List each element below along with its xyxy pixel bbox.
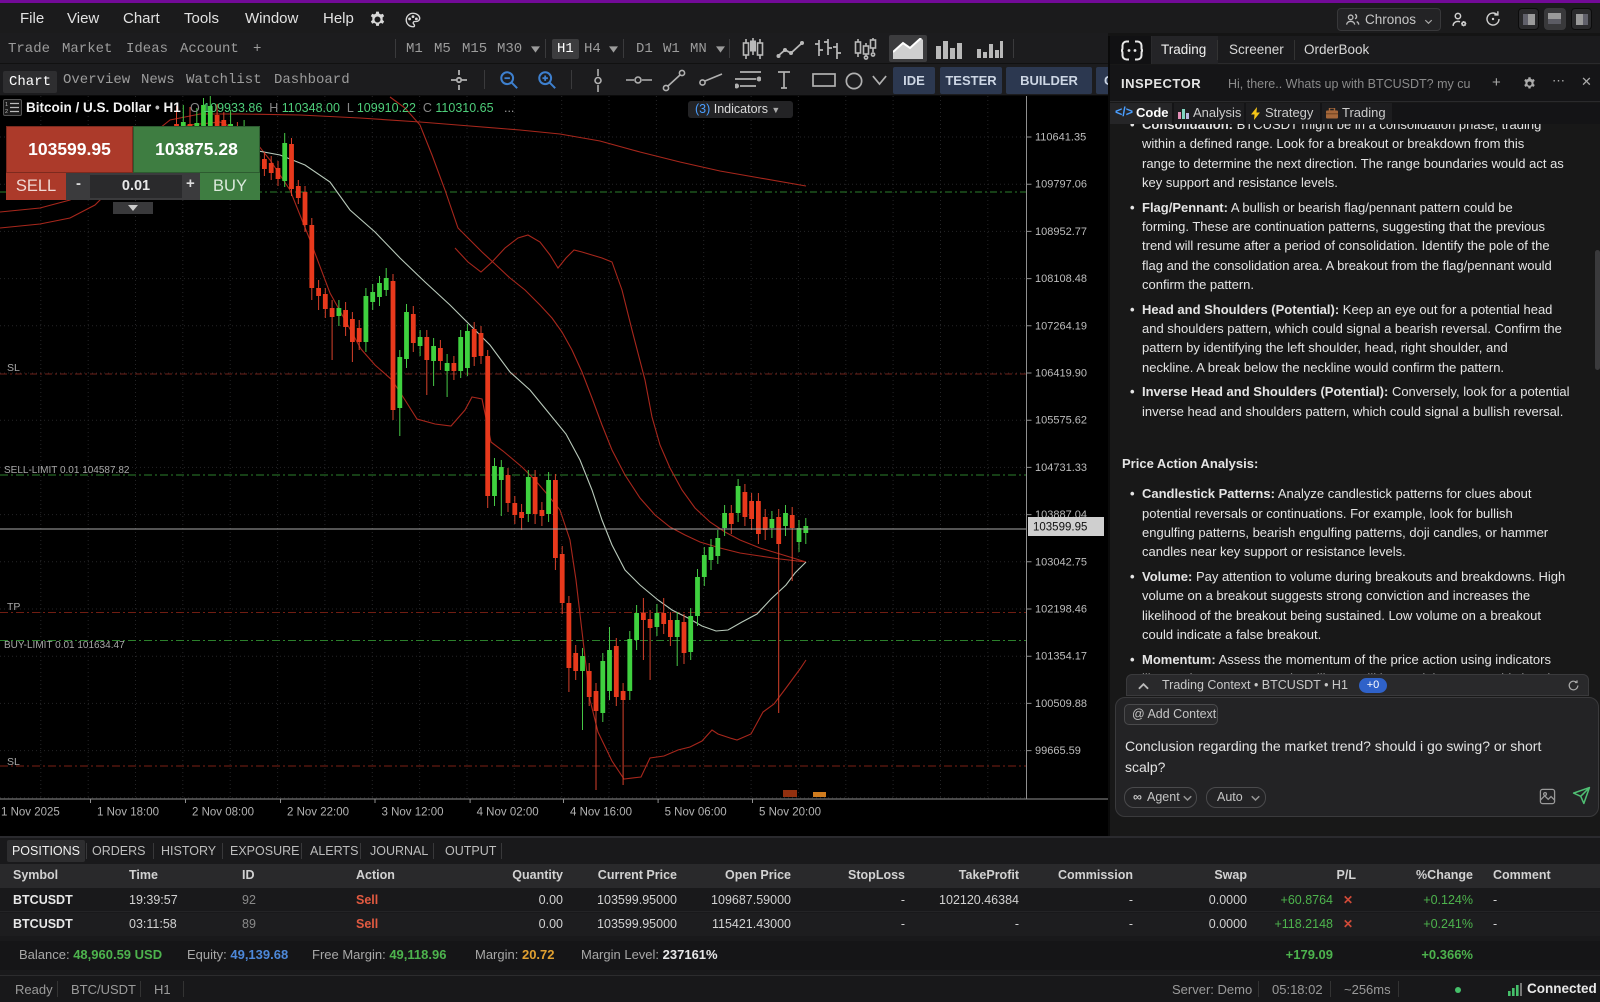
svg-text:106419.90: 106419.90 [1035, 368, 1087, 380]
svg-text:107264.19: 107264.19 [1035, 320, 1087, 332]
svg-text:1 Nov 2025: 1 Nov 2025 [1, 807, 60, 819]
svg-text:SL: SL [7, 756, 20, 768]
svg-text:5 Nov 20:00: 5 Nov 20:00 [759, 807, 821, 819]
svg-text:2 Nov 08:00: 2 Nov 08:00 [192, 807, 254, 819]
svg-text:4 Nov 16:00: 4 Nov 16:00 [570, 807, 632, 819]
svg-text:4 Nov 02:00: 4 Nov 02:00 [477, 807, 539, 819]
svg-text:3 Nov 12:00: 3 Nov 12:00 [382, 807, 444, 819]
svg-text:108952.77: 108952.77 [1035, 226, 1087, 238]
svg-text:1 Nov 18:00: 1 Nov 18:00 [97, 807, 159, 819]
svg-text:102198.46: 102198.46 [1035, 604, 1087, 616]
svg-text:2: 2 [5, 109, 8, 115]
svg-text:SELL-LIMIT 0.01 104587.82: SELL-LIMIT 0.01 104587.82 [4, 465, 130, 476]
svg-text:BUY-LIMIT 0.01 101634.47: BUY-LIMIT 0.01 101634.47 [4, 640, 125, 651]
svg-text:TP: TP [7, 601, 20, 613]
svg-text:103599.95: 103599.95 [1033, 522, 1087, 534]
svg-text:104731.33: 104731.33 [1035, 462, 1087, 474]
svg-text:108108.48: 108108.48 [1035, 273, 1087, 285]
svg-text:5 Nov 06:00: 5 Nov 06:00 [665, 807, 727, 819]
svg-text:101354.17: 101354.17 [1035, 651, 1087, 663]
svg-text:103042.75: 103042.75 [1035, 556, 1087, 568]
svg-text:1: 1 [5, 102, 8, 108]
svg-text:SL: SL [7, 362, 20, 374]
svg-text:2 Nov 22:00: 2 Nov 22:00 [287, 807, 349, 819]
svg-text:110641.35: 110641.35 [1035, 132, 1086, 144]
svg-text:99665.59: 99665.59 [1035, 745, 1081, 757]
svg-text:100509.88: 100509.88 [1035, 698, 1087, 710]
svg-text:105575.62: 105575.62 [1035, 415, 1087, 427]
svg-text:109797.06: 109797.06 [1035, 179, 1087, 191]
